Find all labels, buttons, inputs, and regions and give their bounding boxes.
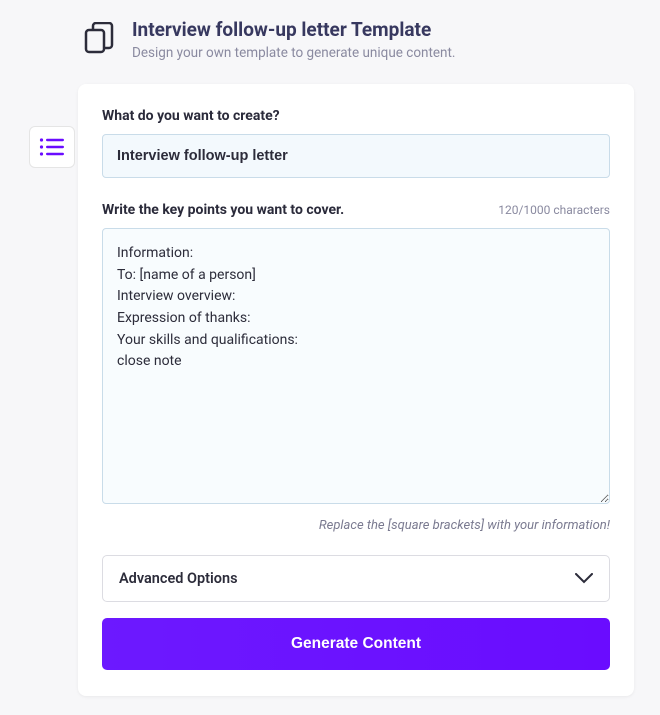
advanced-options-label: Advanced Options (119, 570, 238, 587)
create-input[interactable] (102, 134, 610, 178)
keypoints-label: Write the key points you want to cover. (102, 202, 344, 218)
chevron-down-icon (575, 573, 593, 584)
form-card: What do you want to create? Write the ke… (78, 84, 634, 696)
page-subtitle: Design your own template to generate uni… (132, 45, 456, 61)
advanced-options-toggle[interactable]: Advanced Options (102, 555, 610, 602)
char-count: 120/1000 characters (498, 203, 610, 217)
hint-text: Replace the [square brackets] with your … (102, 518, 610, 533)
side-tab-list[interactable] (29, 126, 75, 168)
create-label: What do you want to create? (102, 108, 610, 124)
list-icon (39, 137, 65, 157)
generate-content-button[interactable]: Generate Content (102, 618, 610, 670)
page-title: Interview follow-up letter Template (132, 18, 456, 41)
template-icon (84, 22, 114, 58)
keypoints-textarea[interactable] (102, 228, 610, 504)
page-header: Interview follow-up letter Template Desi… (0, 0, 660, 61)
